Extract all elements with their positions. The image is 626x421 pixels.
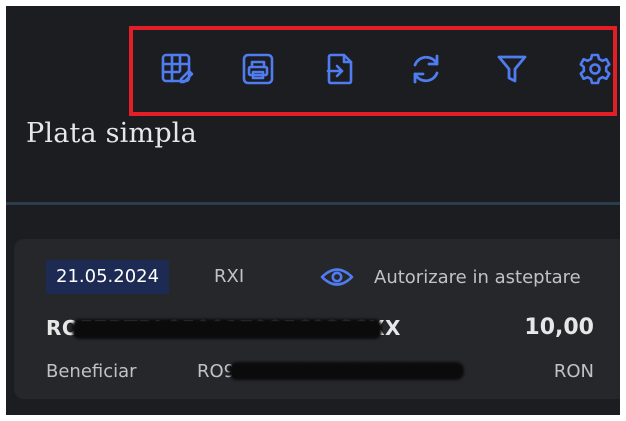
payment-amount: 10,00 — [524, 315, 594, 340]
refresh-button[interactable] — [404, 47, 448, 91]
print-button[interactable] — [236, 47, 280, 91]
page-title: Plata simpla — [26, 118, 197, 149]
filter-icon — [497, 55, 527, 83]
status-group: Autorizare in asteptare — [320, 260, 581, 294]
import-file-button[interactable] — [318, 47, 362, 91]
beneficiary-label: Beneficiar — [46, 361, 137, 382]
transaction-code: RXI — [214, 266, 245, 287]
toolbar — [155, 40, 613, 98]
currency-label: RON — [553, 361, 594, 382]
status-text: Autorizare in asteptare — [374, 266, 581, 288]
redaction-scribble — [229, 362, 464, 380]
filter-button[interactable] — [490, 47, 534, 91]
divider — [6, 202, 620, 205]
payment-card[interactable]: 21.05.2024 RXI Autorizare in asteptare R… — [14, 239, 620, 399]
settings-button[interactable] — [573, 47, 617, 91]
file-import-icon — [326, 53, 353, 85]
table-edit-button[interactable] — [155, 47, 199, 91]
settings-gear-icon — [579, 53, 611, 85]
refresh-icon — [413, 54, 439, 84]
print-icon — [242, 53, 274, 85]
date-badge: 21.05.2024 — [46, 260, 170, 294]
eye-icon[interactable] — [320, 266, 354, 288]
app-frame: Plata simpla 21.05.2024 RXI Autorizare i… — [6, 6, 620, 415]
table-edit-icon — [161, 53, 194, 84]
redaction-scribble — [72, 319, 382, 339]
